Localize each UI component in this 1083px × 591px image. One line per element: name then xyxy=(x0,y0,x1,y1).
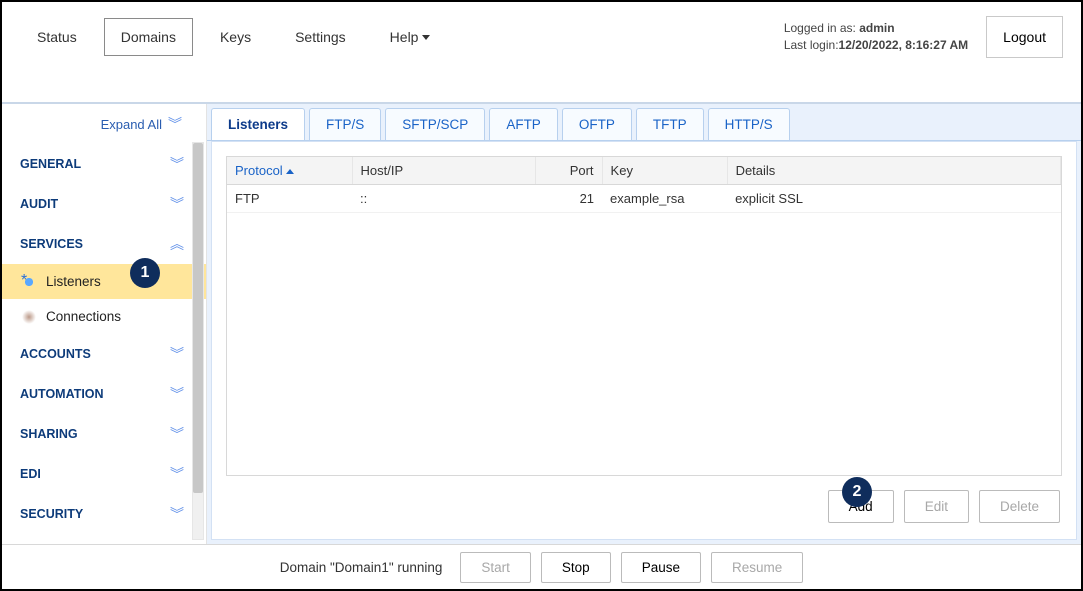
edit-button[interactable]: Edit xyxy=(904,490,969,523)
annotation-badge-1: 1 xyxy=(130,258,160,288)
scrollbar-thumb[interactable] xyxy=(193,143,203,493)
chevron-down-icon xyxy=(170,464,182,484)
col-host[interactable]: Host/IP xyxy=(352,157,535,185)
tab-sftp-scp[interactable]: SFTP/SCP xyxy=(385,108,485,140)
tab-oftp[interactable]: OFTP xyxy=(562,108,632,140)
col-details[interactable]: Details xyxy=(727,157,1060,185)
sidebar-item-connections[interactable]: Connections xyxy=(2,299,206,334)
menu-keys[interactable]: Keys xyxy=(203,18,268,56)
menu-domains[interactable]: Domains xyxy=(104,18,193,56)
stop-button[interactable]: Stop xyxy=(541,552,611,583)
tab-aftp[interactable]: AFTP xyxy=(489,108,558,140)
group-security[interactable]: SECURITY xyxy=(2,494,206,534)
group-sharing-label: SHARING xyxy=(20,427,78,441)
listeners-table-wrap: Protocol Host/IP Port Key Details FTP xyxy=(226,156,1062,476)
listeners-panel: Protocol Host/IP Port Key Details FTP xyxy=(211,141,1077,540)
top-menu-bar: Status Domains Keys Settings Help Logged… xyxy=(2,2,1081,72)
sidebar-scrollbar[interactable] xyxy=(192,142,204,540)
col-key[interactable]: Key xyxy=(602,157,727,185)
tab-ftps[interactable]: FTP/S xyxy=(309,108,381,140)
group-sharing[interactable]: SHARING xyxy=(2,414,206,454)
group-accounts-label: ACCOUNTS xyxy=(20,347,91,361)
chevron-down-icon xyxy=(170,344,182,364)
annotation-badge-2: 2 xyxy=(842,477,872,507)
group-audit-label: AUDIT xyxy=(20,197,58,211)
group-edi-label: EDI xyxy=(20,467,41,481)
logout-button[interactable]: Logout xyxy=(986,16,1063,58)
logged-in-user: admin xyxy=(859,21,894,35)
logged-in-prefix: Logged in as: xyxy=(784,21,859,35)
group-services[interactable]: SERVICES xyxy=(2,224,206,264)
menu-help-label: Help xyxy=(390,29,419,45)
tab-https[interactable]: HTTP/S xyxy=(708,108,790,140)
connections-icon xyxy=(22,310,36,324)
tab-tftp[interactable]: TFTP xyxy=(636,108,704,140)
chevron-down-icon xyxy=(170,154,182,174)
group-audit[interactable]: AUDIT xyxy=(2,184,206,224)
chevron-down-icon xyxy=(170,384,182,404)
expand-all-link[interactable]: Expand All xyxy=(2,104,206,144)
cell-details: explicit SSL xyxy=(727,185,1060,213)
group-security-label: SECURITY xyxy=(20,507,83,521)
listeners-table: Protocol Host/IP Port Key Details FTP xyxy=(227,157,1061,213)
domain-status-text: Domain "Domain1" running xyxy=(280,560,443,575)
tab-bar: Listeners FTP/S SFTP/SCP AFTP OFTP TFTP … xyxy=(207,104,1081,141)
tab-listeners[interactable]: Listeners xyxy=(211,108,305,140)
group-automation[interactable]: AUTOMATION xyxy=(2,374,206,414)
chevron-down-icon xyxy=(170,194,182,214)
delete-button[interactable]: Delete xyxy=(979,490,1060,523)
resume-button[interactable]: Resume xyxy=(711,552,803,583)
group-accounts[interactable]: ACCOUNTS xyxy=(2,334,206,374)
chevron-up-icon xyxy=(170,234,182,254)
menu-help[interactable]: Help xyxy=(373,18,448,56)
chevron-down-icon xyxy=(168,114,180,134)
sort-asc-icon xyxy=(286,169,294,174)
listener-icon xyxy=(22,275,36,289)
sidebar: Expand All GENERAL AUDIT SERVICES Listen… xyxy=(2,104,207,544)
menu-status[interactable]: Status xyxy=(20,18,94,56)
group-services-label: SERVICES xyxy=(20,237,83,251)
last-login-prefix: Last login: xyxy=(784,38,839,52)
group-general[interactable]: GENERAL xyxy=(2,144,206,184)
col-protocol[interactable]: Protocol xyxy=(227,157,352,185)
group-edi[interactable]: EDI xyxy=(2,454,206,494)
col-protocol-label: Protocol xyxy=(235,163,283,178)
chevron-down-icon xyxy=(170,504,182,524)
pause-button[interactable]: Pause xyxy=(621,552,701,583)
sidebar-item-label: Connections xyxy=(46,309,121,324)
cell-port: 21 xyxy=(535,185,602,213)
group-automation-label: AUTOMATION xyxy=(20,387,104,401)
chevron-down-icon xyxy=(170,424,182,444)
footer-bar: Domain "Domain1" running Start Stop Paus… xyxy=(2,544,1081,589)
cell-protocol: FTP xyxy=(227,185,352,213)
start-button[interactable]: Start xyxy=(460,552,531,583)
col-port[interactable]: Port xyxy=(535,157,602,185)
expand-all-label: Expand All xyxy=(101,117,162,132)
cell-key: example_rsa xyxy=(602,185,727,213)
menu-settings[interactable]: Settings xyxy=(278,18,363,56)
group-general-label: GENERAL xyxy=(20,157,81,171)
sidebar-item-listeners[interactable]: Listeners xyxy=(2,264,206,299)
cell-host: :: xyxy=(352,185,535,213)
login-info: Logged in as: admin Last login:12/20/202… xyxy=(784,20,968,54)
table-row[interactable]: FTP :: 21 example_rsa explicit SSL xyxy=(227,185,1061,213)
last-login-time: 12/20/2022, 8:16:27 AM xyxy=(839,38,969,52)
caret-down-icon xyxy=(422,35,430,40)
sidebar-item-label: Listeners xyxy=(46,274,101,289)
